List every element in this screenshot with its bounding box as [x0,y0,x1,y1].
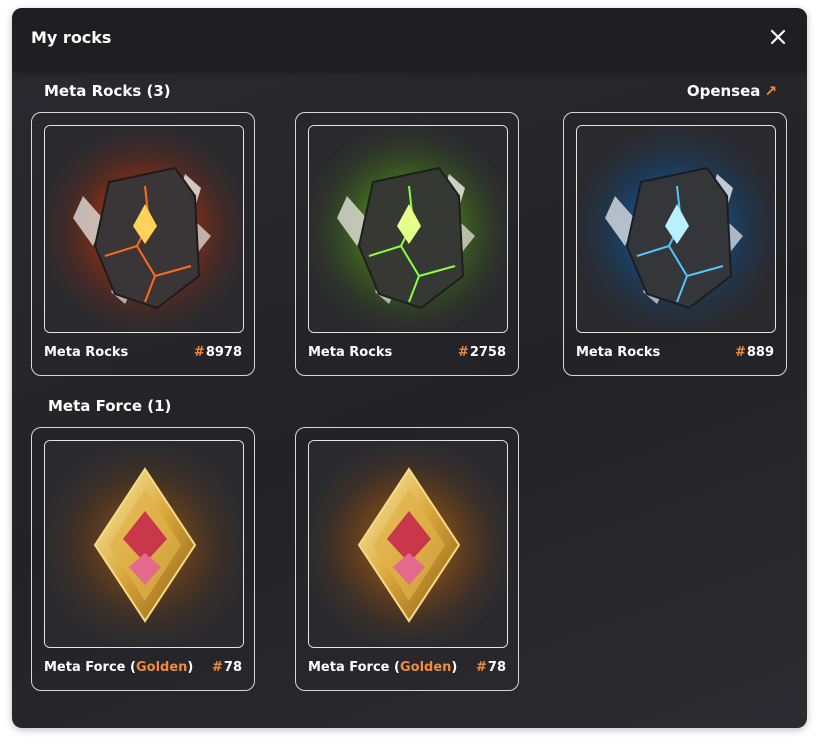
section-title-meta-rocks: Meta Rocks (3) [44,82,171,100]
rock-card[interactable]: Meta Rocks #889 [563,112,787,376]
rock-image [44,125,244,333]
section-title-meta-force: Meta Force (1) [48,397,172,415]
opensea-link[interactable]: Opensea ↗ [687,82,777,100]
close-button[interactable] [769,28,787,46]
modal-header: My rocks [12,8,807,70]
card-name: Meta Rocks [576,345,661,360]
card-number: #78 [212,660,242,675]
token-id: 889 [746,345,774,360]
card-name: Meta Force (Golden) [308,660,457,675]
token-id: 78 [223,660,242,675]
paren-close: ) [451,660,458,675]
modal-title: My rocks [31,28,112,47]
variant-label: Golden [135,660,188,675]
card-number: #8978 [194,345,242,360]
card-number: #2758 [458,345,506,360]
hash-symbol: # [193,345,205,360]
hash-symbol: # [457,345,469,360]
card-number: #889 [735,345,774,360]
force-image [44,440,244,648]
force-card[interactable]: Meta Force (Golden) #78 [295,427,519,691]
rock-card[interactable]: Meta Rocks #8978 [31,112,255,376]
opensea-label: Opensea [686,82,761,100]
card-name: Meta Force (Golden) [44,660,193,675]
hash-symbol: # [212,660,223,675]
token-id: 78 [487,660,506,675]
card-name: Meta Rocks [308,345,393,360]
external-link-icon: ↗ [764,82,777,100]
variant-label: Golden [399,660,452,675]
paren-close: ) [187,660,194,675]
close-icon[interactable] [769,28,787,46]
card-name: Meta Rocks [44,345,129,360]
token-id: 2758 [469,345,506,360]
rock-image [576,125,776,333]
rock-image [308,125,508,333]
force-image [308,440,508,648]
hash-symbol: # [734,345,746,360]
my-rocks-modal: My rocks Meta Rocks (3) Opensea ↗ Meta R… [12,8,807,728]
card-name-text: Meta Force [44,660,126,675]
force-card[interactable]: Meta Force (Golden) #78 [31,427,255,691]
card-number: #78 [476,660,506,675]
rock-card[interactable]: Meta Rocks #2758 [295,112,519,376]
card-name-text: Meta Force [308,660,390,675]
token-id: 8978 [205,345,242,360]
hash-symbol: # [476,660,487,675]
